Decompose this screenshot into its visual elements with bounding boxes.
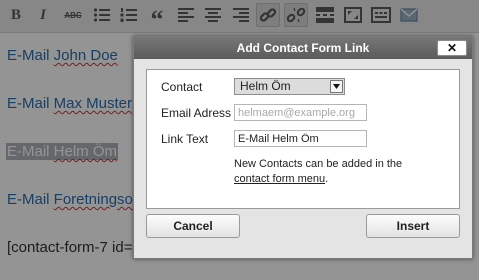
- email-label: Email Adress: [161, 106, 232, 120]
- close-button[interactable]: ✕: [437, 40, 467, 56]
- contact-label: Contact: [161, 80, 203, 94]
- email-field[interactable]: [234, 104, 367, 121]
- link-text-label: Link Text: [161, 132, 209, 146]
- chevron-down-icon: [330, 80, 343, 93]
- add-contact-form-link-dialog: Add Contact Form Link ✕ Contact Helm Öm …: [133, 36, 473, 259]
- link-text-field[interactable]: [234, 130, 367, 147]
- close-icon: ✕: [446, 41, 458, 55]
- contact-select[interactable]: Helm Öm: [234, 78, 345, 95]
- contact-selected-value: Helm Öm: [240, 79, 291, 93]
- contacts-note: New Contacts can be added in the: [234, 158, 403, 170]
- dialog-title: Add Contact Form Link: [236, 41, 370, 55]
- note-end: .: [325, 173, 329, 185]
- cancel-button[interactable]: Cancel: [146, 214, 240, 238]
- contacts-note-link-line: contact form menu.: [234, 173, 328, 185]
- dialog-titlebar: Add Contact Form Link ✕: [134, 37, 472, 59]
- insert-button[interactable]: Insert: [366, 214, 460, 238]
- form-panel: Contact Helm Öm Email Adress Link Text N…: [146, 69, 460, 209]
- contact-form-menu-link[interactable]: contact form menu: [234, 173, 325, 185]
